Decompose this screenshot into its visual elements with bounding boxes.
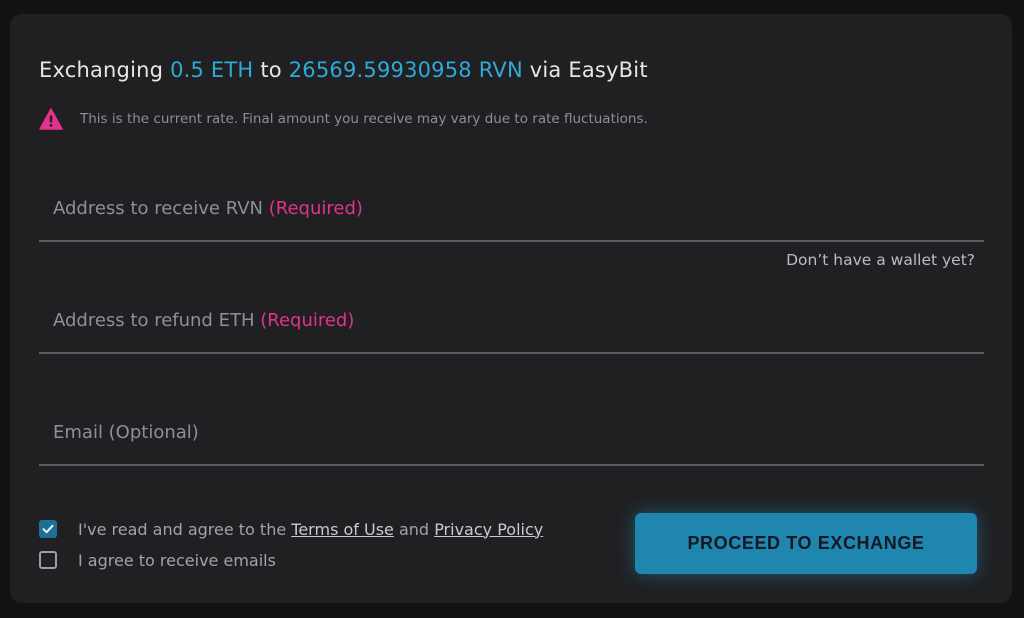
- rate-notice-text: This is the current rate. Final amount y…: [80, 111, 648, 127]
- no-wallet-link[interactable]: Don’t have a wallet yet?: [786, 251, 975, 269]
- terms-of-use-link[interactable]: Terms of Use: [291, 520, 394, 539]
- emails-checkbox[interactable]: [39, 551, 57, 569]
- terms-agreement-row: I've read and agree to the Terms of Use …: [39, 517, 543, 541]
- terms-checkbox[interactable]: [39, 520, 57, 538]
- checkmark-icon: [42, 524, 54, 534]
- proceed-to-exchange-button[interactable]: PROCEED TO EXCHANGE: [635, 513, 977, 574]
- terms-text: I've read and agree to the: [78, 519, 287, 539]
- title-suffix: via EasyBit: [529, 58, 648, 82]
- receive-address-field[interactable]: Address to receive RVN (Required): [39, 180, 984, 242]
- refund-address-field[interactable]: Address to refund ETH (Required): [39, 292, 984, 354]
- terms-and-text: and: [398, 519, 430, 539]
- refund-address-input[interactable]: [39, 292, 984, 350]
- warning-triangle-icon: [39, 108, 63, 130]
- emails-label: I agree to receive emails: [78, 550, 276, 570]
- to-amount: 26569.59930958 RVN: [288, 58, 523, 82]
- rate-notice: This is the current rate. Final amount y…: [39, 107, 648, 131]
- title-prefix: Exchanging: [39, 58, 164, 82]
- privacy-policy-link[interactable]: Privacy Policy: [434, 520, 543, 539]
- email-input[interactable]: [39, 404, 984, 462]
- exchange-title: Exchanging 0.5 ETH to 26569.59930958 RVN…: [39, 58, 648, 82]
- terms-label: I've read and agree to the Terms of Use …: [78, 520, 543, 539]
- email-field[interactable]: Email (Optional): [39, 404, 984, 466]
- from-amount: 0.5 ETH: [170, 58, 254, 82]
- receive-address-input[interactable]: [39, 180, 984, 238]
- exchange-card: Exchanging 0.5 ETH to 26569.59930958 RVN…: [10, 14, 1012, 603]
- emails-agreement-row: I agree to receive emails: [39, 548, 276, 572]
- title-connector: to: [260, 58, 282, 82]
